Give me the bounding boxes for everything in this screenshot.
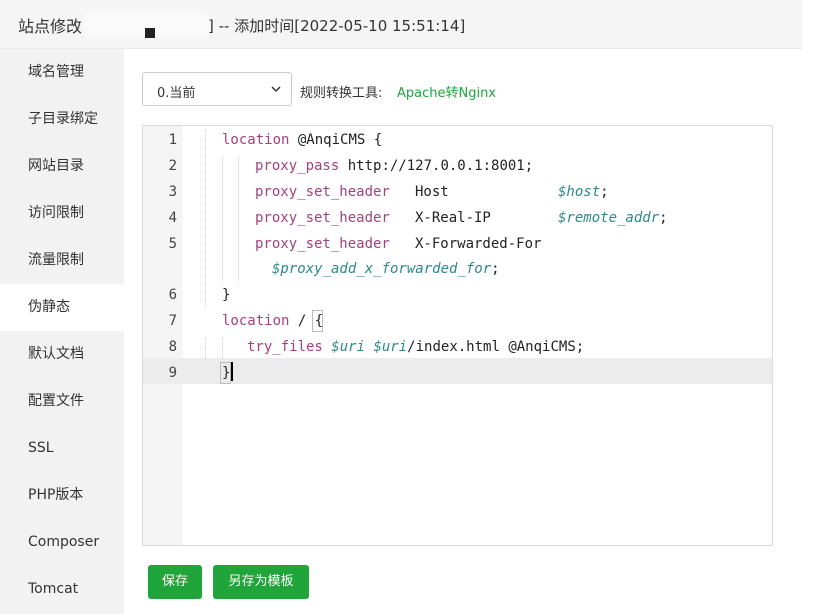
- line-number: 4: [168, 210, 177, 226]
- dialog-added-time: ] -- 添加时间[2022-05-10 15:51:14]: [208, 17, 466, 35]
- code-line-1: location @AnqiCMS {: [222, 132, 382, 148]
- indent-guide: [238, 156, 239, 282]
- line-number: 9: [168, 365, 177, 381]
- sidebar-item-site-directory[interactable]: 网站目录: [0, 143, 124, 190]
- sidebar-item-php-version[interactable]: PHP版本: [0, 472, 124, 519]
- sidebar-item-ssl[interactable]: SSL: [0, 425, 124, 472]
- code-text: X-Forwarded-For: [415, 236, 542, 252]
- code-text: /index.html @AnqiCMS;: [407, 339, 585, 355]
- sidebar-item-subdirectory-binding[interactable]: 子目录绑定: [0, 96, 124, 143]
- code-keyword: proxy_set_header: [255, 210, 390, 226]
- code-line-2: proxy_pass http://127.0.0.1:8001;: [255, 158, 533, 174]
- line-number: 3: [168, 184, 177, 200]
- code-text: /: [289, 313, 315, 329]
- save-button[interactable]: 保存: [148, 565, 202, 599]
- sidebar-item-access-limit[interactable]: 访问限制: [0, 190, 124, 237]
- sidebar-item-rewrite[interactable]: 伪静态: [0, 284, 124, 331]
- save-as-template-button[interactable]: 另存为模板: [213, 565, 309, 599]
- chevron-down-icon: [271, 86, 281, 93]
- code-line-8: try_files $uri $uri/index.html @AnqiCMS;: [247, 339, 584, 355]
- active-line-highlight: [143, 358, 772, 384]
- apache-to-nginx-link[interactable]: Apache转Nginx: [397, 82, 496, 101]
- sidebar-item-default-document[interactable]: 默认文档: [0, 331, 124, 378]
- line-number: 8: [168, 339, 177, 355]
- sidebar-item-traffic-limit[interactable]: 流量限制: [0, 237, 124, 284]
- line-number: 6: [168, 287, 177, 303]
- code-line-4-var: $remote_addr;: [558, 210, 668, 226]
- code-variable: $host: [558, 184, 601, 200]
- sidebar-item-domains[interactable]: 域名管理: [0, 49, 124, 96]
- line-number: 5: [168, 236, 177, 252]
- code-text: ;: [600, 184, 609, 200]
- code-line-3-var: $host;: [558, 184, 609, 200]
- code-text: Host: [415, 184, 449, 200]
- code-keyword: try_files: [247, 339, 323, 355]
- rewrite-template-select[interactable]: 0.当前: [142, 72, 292, 106]
- code-variable: $uri: [373, 339, 408, 355]
- code-text: ;: [491, 261, 500, 277]
- text-cursor: [231, 362, 233, 381]
- line-number: 2: [168, 158, 177, 174]
- code-text: @AnqiCMS {: [289, 132, 383, 148]
- code-text: ;: [659, 210, 668, 226]
- code-text: http://127.0.0.1:8001;: [339, 158, 534, 174]
- code-variable: $proxy_add_x_forwarded_for: [272, 261, 492, 277]
- line-number: 7: [168, 313, 177, 329]
- redaction-mark: [145, 28, 155, 38]
- code-variable: $remote_addr: [558, 210, 660, 226]
- dialog-title: 站点修改: [18, 17, 83, 36]
- select-value: 0.当前: [157, 86, 196, 101]
- rewrite-code-editor[interactable]: 1 2 3 4 5 6 7 8 9 location @AnqiCMS { pr…: [142, 125, 773, 546]
- dialog-header: 站点修改 ] -- 添加时间[2022-05-10 15:51:14]: [0, 0, 802, 49]
- indent-guide: [205, 130, 206, 308]
- bracket-match-highlight: [312, 310, 323, 332]
- indent-guide: [222, 156, 223, 282]
- code-line-5-wrap: $proxy_add_x_forwarded_for;: [272, 261, 500, 277]
- code-keyword: proxy_set_header: [255, 184, 390, 200]
- indent-guide: [205, 338, 206, 360]
- code-line-6: }: [222, 287, 231, 303]
- sidebar-item-config-file[interactable]: 配置文件: [0, 378, 124, 425]
- code-text: X-Real-IP: [415, 210, 491, 226]
- rule-converter-label: 规则转换工具:: [300, 86, 383, 101]
- code-keyword: proxy_set_header: [255, 236, 390, 252]
- code-line-7: location / {: [222, 313, 323, 329]
- code-keyword: proxy_pass: [255, 158, 340, 174]
- line-number: 1: [168, 132, 177, 148]
- sidebar-item-composer[interactable]: Composer: [0, 519, 124, 566]
- code-keyword: location: [222, 313, 290, 329]
- settings-sidebar: 域名管理 子目录绑定 网站目录 访问限制 流量限制 伪静态 默认文档 配置文件 …: [0, 49, 124, 614]
- code-variable: $uri: [331, 339, 366, 355]
- code-keyword: location: [222, 132, 290, 148]
- indent-guide: [222, 338, 223, 360]
- sidebar-item-tomcat[interactable]: Tomcat: [0, 566, 124, 613]
- bracket-match-highlight: [220, 362, 231, 384]
- site-settings-dialog: 站点修改 ] -- 添加时间[2022-05-10 15:51:14] 域名管理…: [0, 0, 814, 614]
